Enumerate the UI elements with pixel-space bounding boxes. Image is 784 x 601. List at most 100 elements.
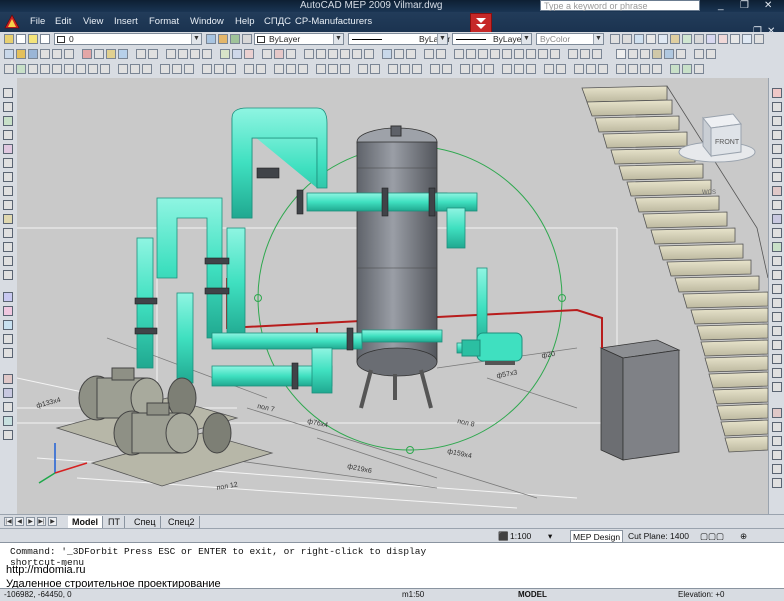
visual-style-hidden-icon[interactable] xyxy=(640,49,650,59)
fillet-icon[interactable] xyxy=(550,49,560,59)
xref-icon[interactable] xyxy=(406,49,416,59)
side-tool-icon[interactable] xyxy=(772,256,782,266)
mep-show-icon[interactable] xyxy=(484,64,494,74)
side-tool-icon[interactable] xyxy=(772,408,782,418)
mep-view-icon[interactable] xyxy=(544,64,554,74)
tab-spec2[interactable]: Спец2 xyxy=(164,516,200,528)
visual-style-conceptual-icon[interactable] xyxy=(664,49,674,59)
tab-spec[interactable]: Спец xyxy=(130,516,161,528)
app-logo-icon[interactable] xyxy=(4,14,20,30)
array-icon[interactable] xyxy=(436,49,446,59)
side-tool-icon[interactable] xyxy=(3,416,13,426)
search-input[interactable]: Type a keyword or phrase xyxy=(540,0,700,11)
rectangle-icon[interactable] xyxy=(352,49,362,59)
chevron-down-icon[interactable]: ▼ xyxy=(333,34,343,44)
side-tool-icon[interactable] xyxy=(3,292,13,302)
mep-elevation-icon[interactable] xyxy=(172,64,182,74)
mep-pipe-icon[interactable] xyxy=(4,64,14,74)
menu-cp-manufacturers[interactable]: CP-Manufacturers xyxy=(295,16,372,27)
equipment-cabinet[interactable] xyxy=(599,339,681,461)
linetype-dropdown[interactable]: ByLayer ▼ xyxy=(348,33,450,45)
tab-model[interactable]: Model xyxy=(68,516,103,528)
mep-green-icon[interactable] xyxy=(670,64,680,74)
extend-icon[interactable] xyxy=(514,49,524,59)
mep-interference-icon[interactable] xyxy=(400,64,410,74)
offset-icon[interactable] xyxy=(580,49,590,59)
side-tool-icon[interactable] xyxy=(772,228,782,238)
line-icon[interactable] xyxy=(304,49,314,59)
mep-column-icon[interactable] xyxy=(256,64,266,74)
mep-equipment-icon[interactable] xyxy=(40,64,50,74)
paste-icon[interactable] xyxy=(106,49,116,59)
pressure-tank[interactable] xyxy=(356,125,438,409)
layer-states-icon[interactable] xyxy=(230,34,240,44)
side-tool-icon[interactable] xyxy=(3,256,13,266)
menu-file[interactable]: File xyxy=(30,16,45,27)
side-tool-icon[interactable] xyxy=(772,144,782,154)
print-icon[interactable] xyxy=(40,49,50,59)
side-tool-icon[interactable] xyxy=(3,186,13,196)
model-space-toggle[interactable]: MODEL xyxy=(518,589,547,601)
mep-check-icon[interactable] xyxy=(388,64,398,74)
next-tab-icon[interactable]: ▶ xyxy=(26,517,35,526)
side-tool-icon[interactable] xyxy=(3,130,13,140)
mep-sprinkler-icon[interactable] xyxy=(64,64,74,74)
mep-door-icon[interactable] xyxy=(214,64,224,74)
lineweight-dropdown[interactable]: ByLayer ▼ xyxy=(452,33,532,45)
side-tool-icon[interactable] xyxy=(3,388,13,398)
mep-isolate-icon[interactable] xyxy=(460,64,470,74)
side-tool-icon[interactable] xyxy=(3,158,13,168)
undo-icon[interactable] xyxy=(136,49,146,59)
properties-icon[interactable] xyxy=(718,34,728,44)
tool-palette-icon[interactable] xyxy=(694,34,704,44)
lightbulb-icon[interactable] xyxy=(16,34,26,44)
mirror-icon[interactable] xyxy=(592,49,602,59)
side-tool-icon[interactable] xyxy=(772,116,782,126)
mep-options-icon[interactable] xyxy=(694,64,704,74)
side-tool-icon[interactable] xyxy=(772,340,782,350)
mep-leader-icon[interactable] xyxy=(526,64,536,74)
mep-snap-icon[interactable] xyxy=(628,64,638,74)
properties-palette-icon[interactable] xyxy=(220,49,230,59)
color-control-icon[interactable] xyxy=(242,34,252,44)
mep-slab-icon[interactable] xyxy=(244,64,254,74)
menu-view[interactable]: View xyxy=(83,16,103,27)
elevation-readout[interactable]: Elevation: +0 xyxy=(678,589,724,601)
menu-window[interactable]: Window xyxy=(190,16,224,27)
mep-orbit-icon[interactable] xyxy=(556,64,566,74)
layer-manager-icon[interactable] xyxy=(4,34,14,44)
arc-icon[interactable] xyxy=(340,49,350,59)
insert-block-icon[interactable] xyxy=(394,49,404,59)
tab-scroll-icon[interactable]: ▶ xyxy=(48,517,57,526)
side-tool-icon[interactable] xyxy=(3,402,13,412)
mep-ortho-icon[interactable] xyxy=(640,64,650,74)
mep-circuit-icon[interactable] xyxy=(340,64,350,74)
redo-icon[interactable] xyxy=(148,49,158,59)
side-tool-icon[interactable] xyxy=(3,270,13,280)
markup-icon[interactable] xyxy=(730,34,740,44)
mep-device-icon[interactable] xyxy=(328,64,338,74)
view-icon[interactable] xyxy=(658,34,668,44)
zoom-previous-icon[interactable] xyxy=(202,49,212,59)
mep-stair-icon[interactable] xyxy=(226,64,236,74)
text-icon[interactable] xyxy=(274,49,284,59)
mep-duct-icon[interactable] xyxy=(16,64,26,74)
move-icon[interactable] xyxy=(454,49,464,59)
last-tab-icon[interactable]: ▶| xyxy=(37,517,46,526)
side-tool-icon[interactable] xyxy=(3,430,13,440)
copy-icon[interactable] xyxy=(94,49,104,59)
mep-sizing-icon[interactable] xyxy=(430,64,440,74)
chamfer-icon[interactable] xyxy=(538,49,548,59)
mep-hide-icon[interactable] xyxy=(472,64,482,74)
side-tool-icon[interactable] xyxy=(772,270,782,280)
side-tool-icon[interactable] xyxy=(3,102,13,112)
cut-icon[interactable] xyxy=(82,49,92,59)
side-tool-icon[interactable] xyxy=(3,374,13,384)
side-tool-icon[interactable] xyxy=(3,144,13,154)
side-tool-icon[interactable] xyxy=(3,320,13,330)
trim-icon[interactable] xyxy=(502,49,512,59)
save-icon[interactable] xyxy=(28,49,38,59)
make-current-layer-icon[interactable] xyxy=(206,34,216,44)
scale-icon[interactable] xyxy=(478,49,488,59)
orbit-toggle-icon[interactable]: ⊕ xyxy=(740,530,747,542)
